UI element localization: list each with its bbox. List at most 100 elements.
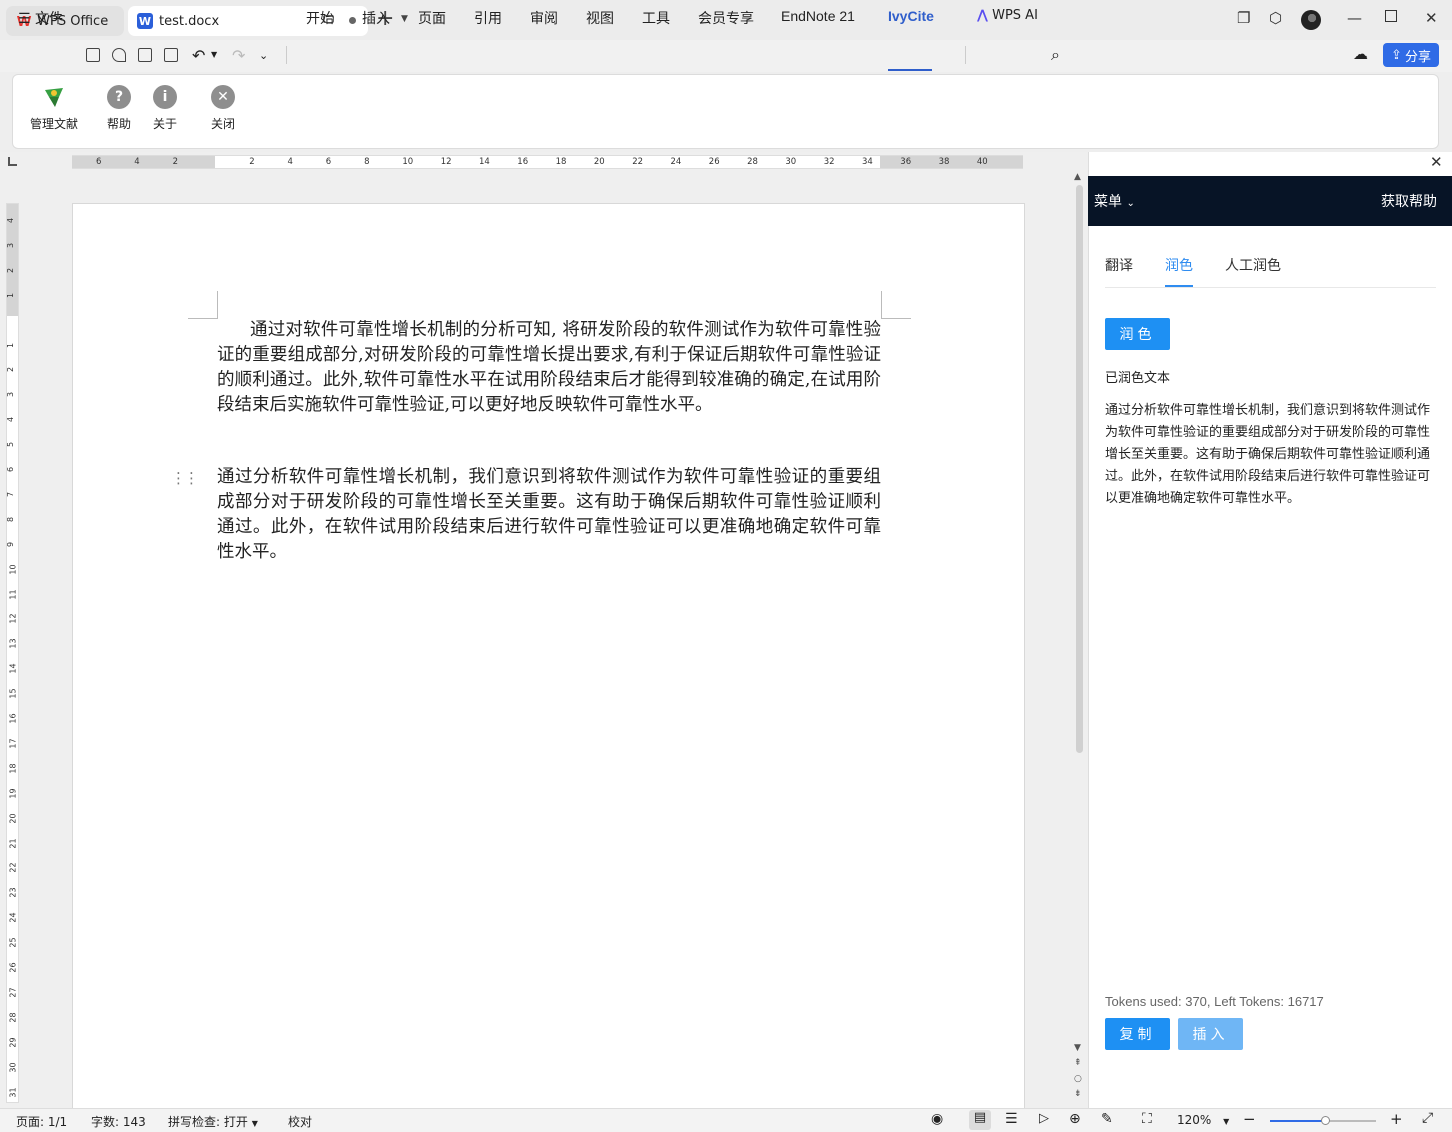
minimize-icon[interactable]: — — [1347, 9, 1362, 27]
panel-close-icon[interactable]: ✕ — [1430, 153, 1443, 171]
close-window-icon[interactable]: ✕ — [1425, 9, 1438, 27]
scroll-down-icon[interactable]: ▼ — [1074, 1043, 1081, 1053]
ruler-tick-label: 6 — [96, 157, 102, 167]
page-view-icon[interactable]: ▤ — [969, 1110, 991, 1130]
vertical-scrollbar[interactable] — [1076, 185, 1083, 753]
search-icon[interactable]: ⌕ — [1051, 45, 1060, 65]
ruler-tick-label: 26 — [708, 157, 720, 167]
redo-icon[interactable]: ↷ — [232, 46, 245, 65]
ribbon-ivycite: 管理文献 ? 帮助 i 关于 ✕ 关闭 — [12, 74, 1439, 149]
tab-human-polish[interactable]: 人工润色 — [1225, 255, 1281, 287]
maximize-icon[interactable] — [1385, 10, 1397, 22]
file-menu-label: 文件 — [35, 11, 64, 27]
print-preview-icon[interactable] — [164, 48, 178, 62]
insert-button[interactable]: 插入 — [1178, 1018, 1243, 1050]
tab-stop-selector[interactable] — [8, 157, 17, 166]
new-tab-chevron-icon[interactable]: ▼ — [401, 14, 408, 24]
undo-chevron-icon[interactable]: ▼ — [211, 50, 217, 59]
ruler-tick-label: 3 — [6, 242, 16, 248]
zoom-out-icon[interactable]: − — [1243, 1110, 1256, 1128]
scroll-up-icon[interactable]: ▲ — [1074, 172, 1081, 182]
prev-page-icon[interactable]: ⇞ — [1074, 1058, 1082, 1068]
ruler-tick-label: 40 — [976, 157, 988, 167]
cloud-icon[interactable]: ☁ — [1353, 45, 1368, 63]
word-count[interactable]: 字数: 143 — [91, 1113, 146, 1130]
close-plugin-button[interactable]: ✕ 关闭 — [211, 85, 235, 132]
ruler-tick-label: 18 — [8, 763, 18, 774]
ruler-tick-label: 32 — [823, 157, 835, 167]
active-menu-underline — [888, 69, 932, 71]
page-indicator[interactable]: 页面: 1/1 — [16, 1113, 67, 1130]
token-usage: Tokens used: 370, Left Tokens: 16717 — [1105, 994, 1324, 1009]
menu-review[interactable]: 审阅 — [530, 8, 558, 28]
share-icon: ⇪ — [1391, 47, 1402, 63]
more-chevron-icon[interactable]: ⌄ — [259, 49, 268, 62]
ruler-tick-label: 1 — [6, 292, 16, 298]
help-icon: ? — [107, 85, 131, 109]
drag-handle-icon[interactable]: ⋮⋮ — [171, 469, 199, 487]
zoom-slider-knob[interactable] — [1321, 1116, 1331, 1125]
unsaved-dot-icon[interactable] — [349, 17, 356, 24]
play-icon[interactable]: ▷ — [1039, 1111, 1049, 1126]
ruler-tick-label: 30 — [8, 1062, 18, 1073]
select-browse-icon[interactable]: ○ — [1074, 1074, 1082, 1084]
paragraph-1[interactable]: 通过对软件可靠性增长机制的分析可知, 将研发阶段的软件测试作为软件可靠性验证的重… — [217, 318, 881, 418]
format-painter-icon[interactable] — [112, 48, 126, 62]
panel-menu-button[interactable]: 菜单 ⌄ — [1094, 191, 1135, 211]
proofread-button[interactable]: 校对 — [288, 1113, 312, 1130]
save-icon[interactable] — [86, 48, 100, 62]
word-doc-icon: W — [137, 13, 153, 29]
menu-home[interactable]: 开始 — [306, 8, 334, 28]
ruler-tick-label: 12 — [8, 613, 18, 624]
zoom-slider[interactable] — [1270, 1116, 1376, 1125]
vertical-ruler[interactable]: 4 3 2 1 1 2 3 4 5 6 7 8 9 10 11 12 13 14 15 16 17 18 19 20 21 22 2… — [6, 203, 19, 1103]
user-avatar[interactable] — [1301, 10, 1321, 30]
horizontal-ruler[interactable]: 6 4 2 2 4 6 8 10 12 14 16 18 20 22 24 26 28 30 32 34 36 38 40 — [72, 155, 1023, 169]
ruler-tick-label: 26 — [8, 962, 18, 973]
ruler-tick-label: 25 — [8, 937, 18, 948]
pen-icon[interactable]: ✎ — [1101, 1111, 1113, 1127]
fullscreen-icon[interactable]: ⤢ — [1422, 1110, 1433, 1126]
menu-view[interactable]: 视图 — [586, 8, 614, 28]
menu-references[interactable]: 引用 — [474, 8, 502, 28]
ruler-tick-label: 4 — [6, 217, 16, 224]
cube-icon[interactable]: ⬡ — [1269, 9, 1282, 27]
get-help-link[interactable]: 获取帮助 — [1381, 191, 1437, 211]
spell-check-toggle[interactable]: 拼写检查: 打开 ▼ — [168, 1113, 258, 1130]
ruler-tick-label: 2 — [249, 157, 255, 167]
ruler-tick-label: 36 — [900, 157, 912, 167]
menu-insert[interactable]: 插入 — [362, 8, 390, 28]
ruler-tick-label: 10 — [402, 157, 414, 167]
ruler-tick-label: 38 — [938, 157, 950, 167]
eye-protection-icon[interactable]: ◉ — [931, 1111, 943, 1127]
print-icon[interactable] — [138, 48, 152, 62]
tab-polish[interactable]: 润色 — [1165, 255, 1193, 287]
menu-endnote[interactable]: EndNote 21 — [781, 8, 855, 24]
help-button[interactable]: ? 帮助 — [107, 85, 131, 132]
share-button[interactable]: ⇪ 分享 — [1383, 43, 1439, 67]
wps-ai-button[interactable]: ⋀ WPS AI — [977, 8, 1038, 23]
about-button[interactable]: i 关于 — [153, 85, 177, 132]
tab-translate[interactable]: 翻译 — [1105, 255, 1133, 287]
window-restore-layout-icon[interactable]: ❐ — [1237, 9, 1250, 27]
ruler-tick-label: 6 — [325, 157, 332, 167]
outline-view-icon[interactable]: ☰ — [1005, 1111, 1018, 1127]
paragraph-2[interactable]: 通过分析软件可靠性增长机制，我们意识到将软件测试作为软件可靠性验证的重要组成部分… — [217, 465, 881, 565]
copy-button[interactable]: 复制 — [1105, 1018, 1170, 1050]
zoom-in-icon[interactable]: + — [1390, 1110, 1403, 1128]
ruler-tick-label: 3 — [6, 392, 16, 398]
zoom-level[interactable]: 120% ▼ — [1177, 1113, 1229, 1127]
polish-button[interactable]: 润色 — [1105, 318, 1170, 350]
menu-member[interactable]: 会员专享 — [698, 8, 754, 28]
menu-ivycite[interactable]: IvyCite — [888, 8, 934, 24]
web-view-icon[interactable]: ⊕ — [1069, 1111, 1081, 1127]
ruler-tick-label: 2 — [172, 157, 179, 167]
menu-page[interactable]: 页面 — [418, 8, 446, 28]
ruler-tick-label: 2 — [6, 267, 16, 273]
manage-references-button[interactable]: 管理文献 — [30, 85, 78, 132]
fit-screen-icon[interactable]: ⛶ — [1142, 1111, 1152, 1127]
menu-tools[interactable]: 工具 — [642, 8, 670, 28]
file-menu[interactable]: ☰ 文件 — [18, 8, 63, 28]
next-page-icon[interactable]: ⇟ — [1074, 1089, 1082, 1099]
undo-icon[interactable]: ↶ — [192, 46, 205, 65]
